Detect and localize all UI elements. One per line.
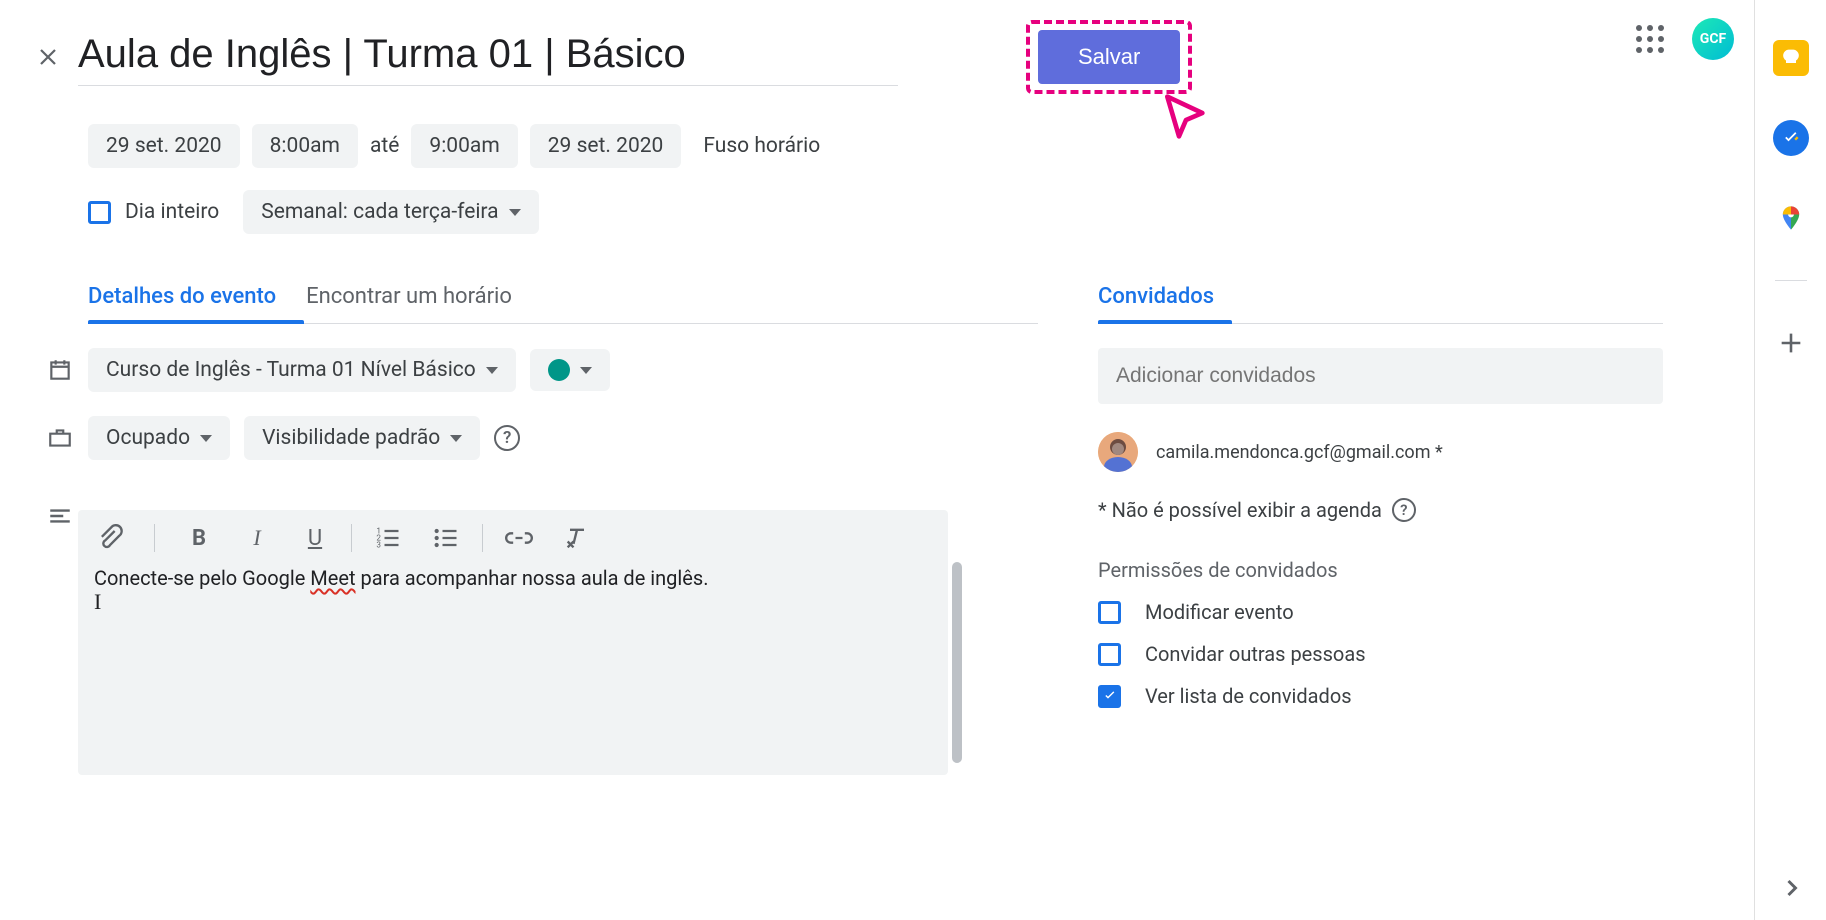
calendar-selector[interactable]: Curso de Inglês - Turma 01 Nível Básico	[88, 348, 516, 392]
availability-label: Ocupado	[106, 426, 190, 450]
tasks-app-icon[interactable]	[1773, 120, 1809, 156]
guest-row[interactable]: camila.mendonca.gcf@gmail.com *	[1098, 432, 1663, 472]
tab-guests[interactable]: Convidados	[1098, 284, 1214, 323]
text-caret-icon: I	[94, 589, 101, 615]
chevron-down-icon	[580, 367, 592, 374]
perm-seeguests-label: Ver lista de convidados	[1145, 684, 1352, 708]
recurrence-dropdown[interactable]: Semanal: cada terça-feira	[243, 190, 538, 234]
perm-invite-checkbox[interactable]	[1098, 643, 1121, 666]
underline-icon[interactable]: U	[301, 524, 329, 552]
color-swatch	[548, 359, 570, 381]
chevron-down-icon	[509, 209, 521, 216]
end-date-picker[interactable]: 29 set. 2020	[530, 124, 682, 168]
google-apps-icon[interactable]	[1632, 21, 1668, 57]
bullet-list-icon[interactable]	[432, 524, 460, 552]
side-panel	[1754, 0, 1826, 920]
calendar-icon	[46, 356, 74, 384]
availability-dropdown[interactable]: Ocupado	[88, 416, 230, 460]
clear-format-icon[interactable]	[563, 524, 591, 552]
recurrence-label: Semanal: cada terça-feira	[261, 200, 498, 224]
account-avatar[interactable]: GCF	[1692, 18, 1734, 60]
add-addon-icon[interactable]	[1773, 325, 1809, 361]
calendar-visibility-note: * Não é possível exibir a agenda	[1098, 498, 1382, 522]
keep-app-icon[interactable]	[1773, 40, 1809, 76]
description-editor[interactable]: B I U 123 Conecte-se pelo Google Meet pa…	[78, 510, 948, 775]
chevron-down-icon	[450, 435, 462, 442]
event-title-input[interactable]	[78, 28, 898, 86]
guest-email: camila.mendonca.gcf@gmail.com *	[1156, 442, 1443, 463]
briefcase-icon	[46, 424, 74, 452]
chevron-down-icon	[486, 367, 498, 374]
perm-modify-label: Modificar evento	[1145, 600, 1294, 624]
numbered-list-icon[interactable]: 123	[374, 524, 402, 552]
scrollbar[interactable]	[952, 562, 962, 763]
end-time-picker[interactable]: 9:00am	[411, 124, 517, 168]
timezone-link[interactable]: Fuso horário	[703, 134, 820, 158]
save-button[interactable]: Salvar	[1038, 30, 1180, 84]
perm-seeguests-checkbox[interactable]	[1098, 685, 1121, 708]
visibility-label: Visibilidade padrão	[262, 426, 440, 450]
start-date-picker[interactable]: 29 set. 2020	[88, 124, 240, 168]
tab-find-time[interactable]: Encontrar um horário	[306, 284, 512, 323]
to-label: até	[370, 134, 399, 158]
description-icon	[46, 502, 74, 530]
chevron-down-icon	[200, 435, 212, 442]
italic-icon[interactable]: I	[243, 524, 271, 552]
maps-app-icon[interactable]	[1773, 200, 1809, 236]
guest-permissions-title: Permissões de convidados	[1098, 558, 1663, 582]
start-time-picker[interactable]: 8:00am	[252, 124, 358, 168]
editor-toolbar: B I U 123	[78, 510, 948, 566]
calendar-color-selector[interactable]	[530, 349, 610, 391]
bold-icon[interactable]: B	[185, 524, 213, 552]
perm-invite-label: Convidar outras pessoas	[1145, 642, 1366, 666]
attach-icon[interactable]	[96, 524, 124, 552]
perm-modify-checkbox[interactable]	[1098, 601, 1121, 624]
description-body[interactable]: Conecte-se pelo Google Meet para acompan…	[78, 566, 948, 775]
visibility-dropdown[interactable]: Visibilidade padrão	[244, 416, 480, 460]
help-icon[interactable]: ?	[494, 425, 520, 451]
calendar-name-label: Curso de Inglês - Turma 01 Nível Básico	[106, 358, 476, 382]
all-day-label: Dia inteiro	[125, 200, 219, 224]
add-guests-input[interactable]	[1098, 348, 1663, 404]
svg-text:3: 3	[376, 539, 381, 549]
help-icon[interactable]: ?	[1392, 498, 1416, 522]
tab-event-details[interactable]: Detalhes do evento	[88, 284, 276, 323]
all-day-checkbox[interactable]	[88, 201, 111, 224]
close-icon[interactable]	[28, 37, 68, 77]
collapse-panel-icon[interactable]	[1778, 874, 1806, 902]
guest-avatar	[1098, 432, 1138, 472]
link-icon[interactable]	[505, 524, 533, 552]
